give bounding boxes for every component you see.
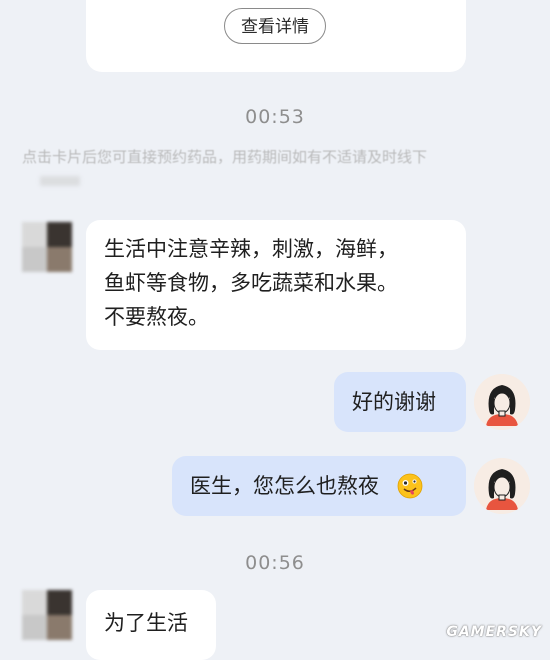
message-line: 不要熬夜。: [104, 305, 209, 329]
message-text: 医生，您怎么也熬夜: [190, 474, 379, 498]
woman-avatar-icon: [474, 458, 530, 514]
doctor-avatar[interactable]: [22, 590, 72, 640]
watermark: GAMERSKY: [446, 624, 542, 640]
message-text: 为了生活: [104, 611, 188, 635]
zany-face-emoji-icon: [397, 473, 423, 499]
timestamp: 00:56: [245, 552, 305, 574]
message-line: 生活中注意辛辣，刺激，海鲜，: [104, 237, 398, 261]
woman-avatar-icon: [474, 374, 530, 430]
doctor-avatar[interactable]: [22, 222, 72, 272]
user-message-bubble[interactable]: 好的谢谢: [334, 372, 466, 432]
user-avatar[interactable]: [474, 374, 530, 430]
user-message-bubble[interactable]: 医生，您怎么也熬夜: [172, 456, 466, 516]
doctor-message-bubble[interactable]: 为了生活: [86, 590, 216, 660]
doctor-message-bubble[interactable]: 生活中注意辛辣，刺激，海鲜， 鱼虾等食物，多吃蔬菜和水果。 不要熬夜。: [86, 220, 466, 350]
consultation-card: 查看详情: [86, 0, 466, 72]
system-notice-overflow: [40, 176, 80, 186]
system-notice: 点击卡片后您可直接预约药品，用药期间如有不适请及时线下: [22, 148, 428, 166]
message-text: 好的谢谢: [352, 390, 436, 414]
message-line: 鱼虾等食物，多吃蔬菜和水果。: [104, 271, 398, 295]
user-avatar[interactable]: [474, 458, 530, 514]
view-details-button[interactable]: 查看详情: [224, 8, 326, 44]
timestamp: 00:53: [245, 106, 305, 128]
